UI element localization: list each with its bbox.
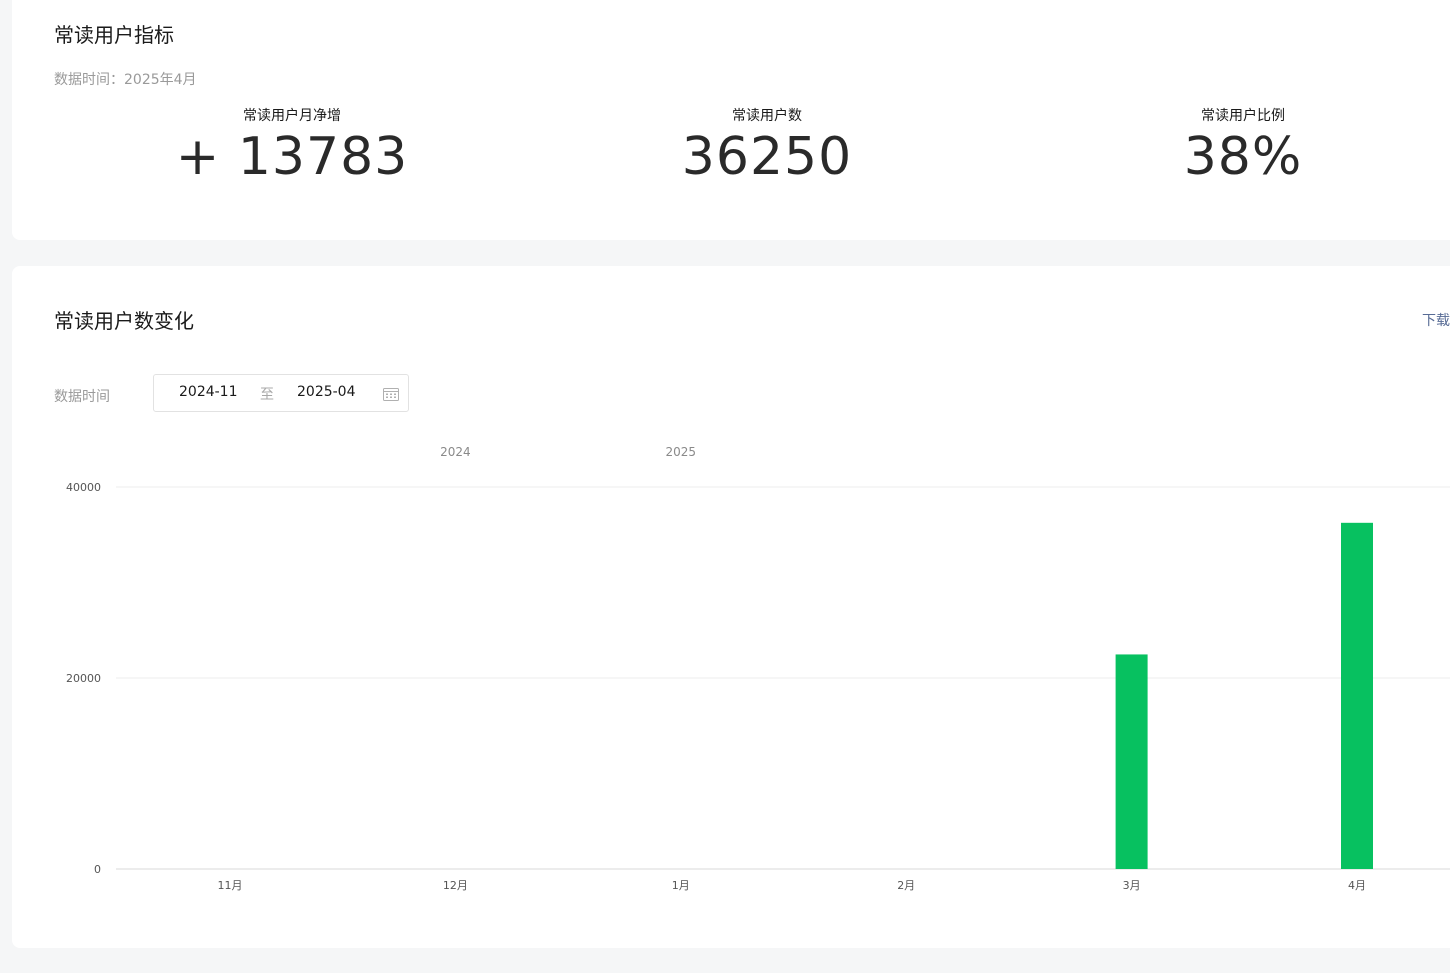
x-tick-label: 4月 (1348, 879, 1366, 892)
year-label: 2024 (440, 445, 471, 459)
metrics-data-time: 数据时间：2025年4月 (54, 72, 197, 88)
metric-regular-ratio-label: 常读用户比例 (1201, 108, 1285, 124)
metric-regular-users-label: 常读用户数 (732, 108, 802, 124)
metrics-card: 常读用户指标 数据时间：2025年4月 常读用户月净增 + 13783 常读用户… (12, 0, 1450, 240)
x-tick-label: 12月 (443, 879, 468, 892)
metric-regular-users: 常读用户数 36250 (617, 106, 917, 186)
metric-regular-ratio: 常读用户比例 38% (1093, 106, 1393, 186)
x-tick-label: 11月 (218, 879, 243, 892)
year-label: 2025 (666, 445, 697, 459)
y-tick-label: 0 (94, 863, 101, 876)
metric-regular-ratio-value: 38% (1183, 127, 1303, 187)
metric-net-increase-value: + 13783 (175, 127, 409, 187)
metrics-card-title: 常读用户指标 (54, 23, 174, 47)
x-tick-label: 1月 (672, 879, 690, 892)
y-tick-label: 20000 (66, 672, 101, 685)
bar[interactable] (1341, 522, 1373, 869)
user-count-bar-chart: 0 20000 40000 11月 12月 1月 2月 3月 4月 2024 2025 (66, 445, 1450, 892)
chart-card: 常读用户数变化 下载 数据时间 2024-11 至 2025-04 0 20000… (12, 266, 1450, 948)
y-tick-label: 40000 (66, 481, 101, 494)
bar[interactable] (1115, 654, 1148, 869)
metric-net-increase-label: 常读用户月净增 (243, 108, 341, 124)
metric-regular-users-value: 36250 (681, 127, 853, 187)
metric-net-increase: 常读用户月净增 + 13783 (142, 106, 442, 186)
x-tick-label: 2月 (897, 879, 915, 892)
x-tick-label: 3月 (1123, 879, 1141, 892)
